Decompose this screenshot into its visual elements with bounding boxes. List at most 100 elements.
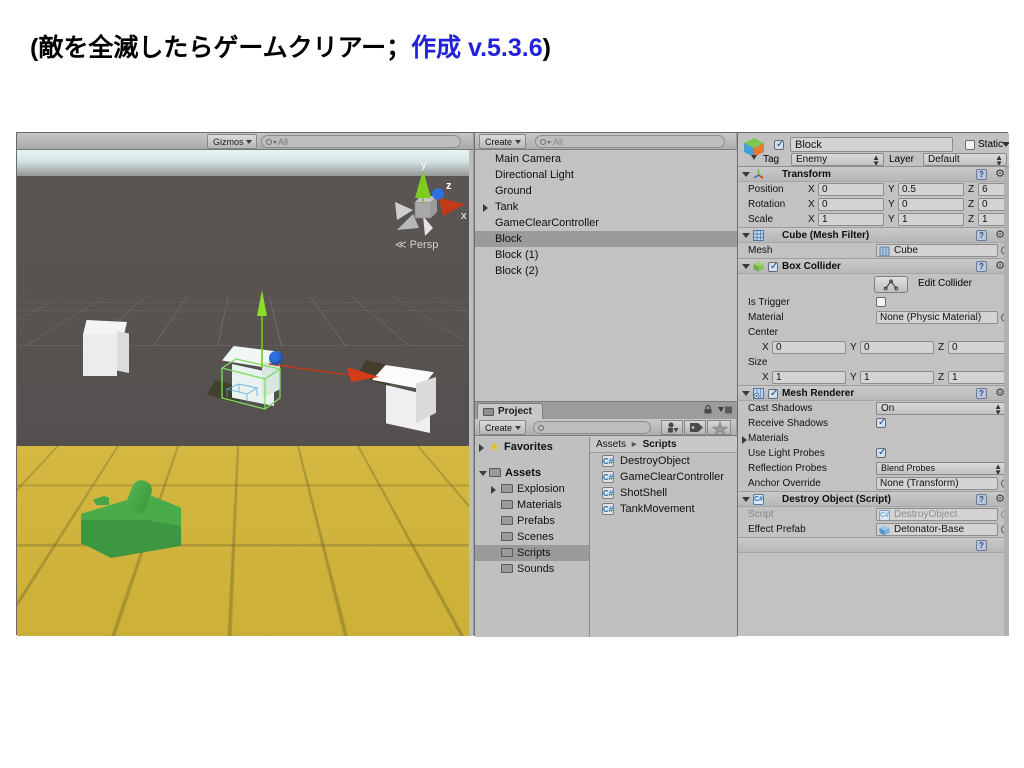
collapse-triangle-icon[interactable]: [742, 172, 750, 177]
collapse-triangle-icon[interactable]: [742, 497, 750, 502]
receive-shadows-checkbox[interactable]: [876, 417, 886, 428]
hierarchy-item-ground[interactable]: Ground: [475, 183, 737, 199]
gizmos-dropdown-button[interactable]: Gizmos: [207, 134, 257, 149]
collapse-triangle-icon[interactable]: [479, 471, 487, 476]
hierarchy-item-directional-light[interactable]: Directional Light: [475, 167, 737, 183]
project-folder-tree[interactable]: ★ Favorites Assets Explosion Materials P…: [475, 437, 590, 637]
hierarchy-create-button[interactable]: Create: [479, 134, 527, 149]
center-y-field[interactable]: 0: [860, 341, 934, 354]
size-y-field[interactable]: 1: [860, 371, 934, 384]
effect-prefab-field[interactable]: Detonator-Base: [876, 523, 998, 536]
project-tree-assets[interactable]: Assets: [475, 465, 589, 481]
filter-by-type-button[interactable]: [661, 420, 683, 435]
gameobject-enabled-checkbox[interactable]: [774, 139, 784, 150]
project-tree-explosion[interactable]: Explosion: [475, 481, 589, 497]
project-search-input[interactable]: [533, 421, 651, 434]
project-tree-scripts[interactable]: Scripts: [475, 545, 589, 561]
component-header[interactable]: Cube (Mesh Filter) ? ⚙: [738, 228, 1009, 243]
hierarchy-item-block[interactable]: Block: [475, 231, 737, 247]
scale-x-field[interactable]: 1: [818, 213, 884, 226]
gameobject-name-field[interactable]: Block: [790, 137, 953, 152]
collapse-triangle-icon[interactable]: [742, 264, 750, 269]
scene-scrollbar[interactable]: [469, 150, 473, 636]
cast-shadows-dropdown[interactable]: On ▲ ▼: [876, 402, 1006, 415]
layer-dropdown[interactable]: Default ▲ ▼: [923, 153, 1007, 166]
hierarchy-item-tank[interactable]: Tank: [475, 199, 737, 215]
help-icon[interactable]: ?: [976, 388, 987, 399]
project-asset-grid[interactable]: Assets ▸ Scripts C# DestroyObject C# Gam…: [590, 437, 737, 637]
favorites-filter-button[interactable]: [707, 420, 731, 435]
hierarchy-item-main-camera[interactable]: Main Camera: [475, 151, 737, 167]
expand-triangle-icon[interactable]: [483, 204, 488, 212]
gizmo-center-handle[interactable]: [269, 351, 283, 365]
rotation-y-field[interactable]: 0: [898, 198, 964, 211]
help-icon[interactable]: ?: [976, 494, 987, 505]
edit-collider-button[interactable]: [874, 276, 908, 293]
help-icon[interactable]: ?: [976, 540, 987, 551]
component-header[interactable]: C# Destroy Object (Script) ? ⚙: [738, 492, 1009, 507]
breadcrumb[interactable]: Assets ▸ Scripts: [590, 437, 737, 453]
mesh-object-field[interactable]: Cube: [876, 244, 998, 257]
physic-material-field[interactable]: None (Physic Material): [876, 311, 998, 324]
materials-row[interactable]: Materials: [738, 431, 1009, 446]
layer-label: Layer: [889, 154, 915, 165]
scene-view-panel[interactable]: Gizmos All y z x ≪ Persp: [17, 133, 473, 636]
filter-by-label-button[interactable]: [684, 420, 706, 435]
component-header[interactable]: ?: [738, 538, 1009, 553]
component-header[interactable]: Mesh Renderer ? ⚙: [738, 386, 1009, 401]
hierarchy-item-block-2[interactable]: Block (2): [475, 263, 737, 279]
hierarchy-item-block-1[interactable]: Block (1): [475, 247, 737, 263]
hierarchy-item-gameclearcontroller[interactable]: GameClearController: [475, 215, 737, 231]
scene-orientation-gizmo[interactable]: y z x: [377, 158, 469, 268]
chevron-down-icon[interactable]: [1002, 142, 1009, 147]
project-tree-prefabs[interactable]: Prefabs: [475, 513, 589, 529]
help-icon[interactable]: ?: [976, 261, 987, 272]
scene-search-input[interactable]: All: [261, 135, 461, 148]
panel-menu-icon[interactable]: [718, 406, 732, 414]
expand-triangle-icon[interactable]: [479, 444, 484, 452]
static-checkbox[interactable]: [965, 140, 975, 150]
position-x-field[interactable]: 0: [818, 183, 884, 196]
rotation-x-field[interactable]: 0: [818, 198, 884, 211]
project-tree-sounds[interactable]: Sounds: [475, 561, 589, 577]
project-tree-materials[interactable]: Materials: [475, 497, 589, 513]
asset-item-destroyobject[interactable]: C# DestroyObject: [590, 453, 737, 469]
collapse-triangle-icon[interactable]: [742, 391, 750, 396]
center-z-field[interactable]: 0: [948, 341, 1008, 354]
is-trigger-checkbox[interactable]: [876, 297, 886, 307]
help-icon[interactable]: ?: [976, 230, 987, 241]
position-y-field[interactable]: 0.5: [898, 183, 964, 196]
use-light-probes-checkbox[interactable]: [876, 447, 886, 458]
project-create-button[interactable]: Create: [479, 420, 527, 435]
asset-item-tankmovement[interactable]: C# TankMovement: [590, 501, 737, 517]
gizmo-axis-y[interactable]: [257, 290, 267, 368]
tag-dropdown[interactable]: Enemy ▲ ▼: [791, 153, 884, 166]
expand-triangle-icon[interactable]: [491, 486, 496, 494]
size-z-field[interactable]: 1: [948, 371, 1008, 384]
center-x-field[interactable]: 0: [772, 341, 846, 354]
collapse-triangle-icon[interactable]: [742, 233, 750, 238]
component-header[interactable]: Box Collider ? ⚙: [738, 259, 1009, 274]
projection-mode-label[interactable]: ≪ Persp: [395, 238, 438, 251]
mesh-renderer-enabled-checkbox[interactable]: [768, 388, 778, 399]
project-tree-scenes[interactable]: Scenes: [475, 529, 589, 545]
breadcrumb-root[interactable]: Assets: [596, 439, 626, 450]
component-header[interactable]: Transform ? ⚙: [738, 167, 1009, 182]
asset-item-gameclearcontroller[interactable]: C# GameClearController: [590, 469, 737, 485]
hierarchy-search-input[interactable]: All: [535, 135, 725, 148]
asset-item-shotshell[interactable]: C# ShotShell: [590, 485, 737, 501]
reflection-probes-dropdown[interactable]: Blend Probes ▲ ▼: [876, 462, 1006, 475]
size-x-field[interactable]: 1: [772, 371, 846, 384]
scene-viewport[interactable]: y z x ≪ Persp: [17, 150, 473, 636]
expand-triangle-icon[interactable]: [742, 436, 747, 444]
tab-project[interactable]: Project: [477, 403, 543, 419]
box-collider-enabled-checkbox[interactable]: [768, 261, 778, 272]
help-icon[interactable]: ?: [976, 169, 987, 180]
lock-icon[interactable]: [704, 405, 712, 414]
project-tree-favorites[interactable]: ★ Favorites: [475, 439, 589, 455]
anchor-override-field[interactable]: None (Transform): [876, 477, 998, 490]
scale-y-field[interactable]: 1: [898, 213, 964, 226]
hierarchy-list[interactable]: Main Camera Directional Light Ground Tan…: [475, 151, 737, 401]
gizmo-axis-x[interactable]: [269, 360, 379, 382]
inspector-scrollbar[interactable]: [1004, 167, 1009, 636]
